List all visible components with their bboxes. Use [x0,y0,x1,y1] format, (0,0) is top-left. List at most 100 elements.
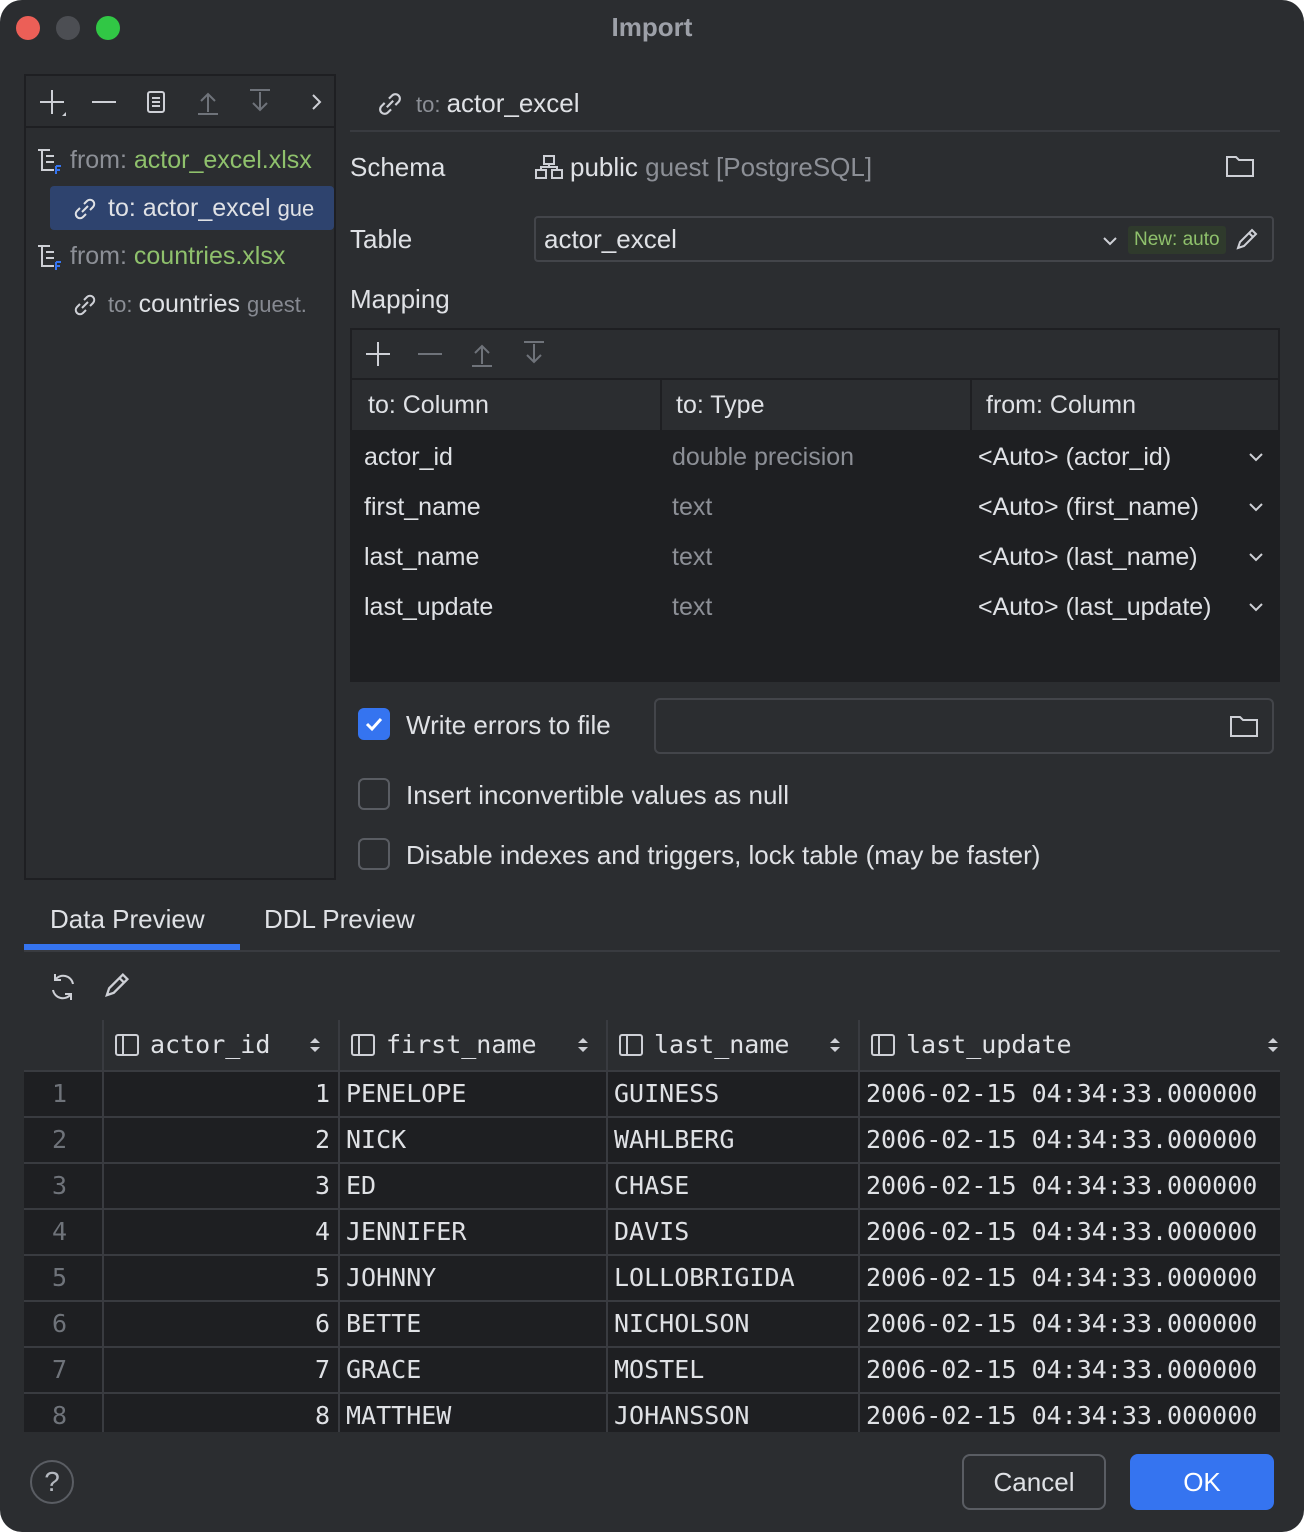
mapping-from[interactable]: <Auto> (last_name) [978,532,1198,582]
cell-last-name[interactable]: CHASE [614,1164,689,1208]
error-file-input[interactable] [654,698,1274,754]
table-row[interactable]: 8 8 MATTHEW JOHANSSON 2006-02-15 04:34:3… [24,1392,1280,1432]
cell-last-update[interactable]: 2006-02-15 04:34:33.000000 [866,1210,1257,1254]
add-icon[interactable] [36,86,68,118]
table-row[interactable]: 4 4 JENNIFER DAVIS 2006-02-15 04:34:33.0… [24,1208,1280,1254]
mapping-from[interactable]: <Auto> (actor_id) [978,432,1171,482]
cell-last-name[interactable]: WAHLBERG [614,1118,734,1162]
cell-first-name[interactable]: NICK [346,1118,406,1162]
insert-null-checkbox[interactable] [358,778,390,810]
write-errors-checkbox[interactable] [358,708,390,740]
chevron-right-icon[interactable] [300,86,332,118]
cell-first-name[interactable]: BETTE [346,1302,421,1346]
cell-first-name[interactable]: JOHNNY [346,1256,436,1300]
cell-last-name[interactable]: JOHANSSON [614,1394,749,1432]
cell-last-name[interactable]: NICHOLSON [614,1302,749,1346]
target-header: to: actor_excel [350,76,1280,132]
disable-indexes-label[interactable]: Disable indexes and triggers, lock table… [406,840,1040,871]
chevron-down-icon[interactable] [1248,552,1264,562]
table-row[interactable]: 1 1 PENELOPE GUINESS 2006-02-15 04:34:33… [24,1070,1280,1116]
mapping-column: last_name [364,532,479,582]
sort-icon[interactable] [576,1036,590,1054]
row-number: 1 [52,1072,67,1116]
copy-icon[interactable] [140,86,172,118]
cell-last-name[interactable]: MOSTEL [614,1348,704,1392]
disable-indexes-checkbox[interactable] [358,838,390,870]
add-icon[interactable] [362,338,394,370]
remove-icon[interactable] [88,86,120,118]
table-combobox[interactable]: actor_excel New: auto [534,216,1274,262]
chevron-down-icon[interactable] [1248,452,1264,462]
tab-ddl-preview[interactable]: DDL Preview [264,904,415,935]
chevron-down-icon[interactable] [1102,236,1118,246]
sort-icon[interactable] [1266,1036,1280,1054]
cell-first-name[interactable]: GRACE [346,1348,421,1392]
cell-last-update[interactable]: 2006-02-15 04:34:33.000000 [866,1348,1257,1392]
window-title: Import [0,12,1304,43]
tree-item-target-actor-excel[interactable]: to: actor_excel gue [50,186,334,230]
cell-first-name[interactable]: JENNIFER [346,1210,466,1254]
cell-last-update[interactable]: 2006-02-15 04:34:33.000000 [866,1118,1257,1162]
cell-actor-id[interactable]: 1 [315,1072,330,1116]
move-up-icon[interactable] [192,86,224,118]
cell-actor-id[interactable]: 2 [315,1118,330,1162]
cell-last-update[interactable]: 2006-02-15 04:34:33.000000 [866,1256,1257,1300]
tree-item-source-actor-excel[interactable]: from: actor_excel.xlsx [26,138,334,182]
table-row[interactable]: 5 5 JOHNNY LOLLOBRIGIDA 2006-02-15 04:34… [24,1254,1280,1300]
mapping-row[interactable]: actor_id double precision <Auto> (actor_… [352,432,1278,482]
folder-icon[interactable] [1228,712,1260,740]
table-row[interactable]: 3 3 ED CHASE 2006-02-15 04:34:33.000000 [24,1162,1280,1208]
cell-first-name[interactable]: PENELOPE [346,1072,466,1116]
chevron-down-icon[interactable] [1248,502,1264,512]
move-down-icon[interactable] [518,338,550,370]
move-down-icon[interactable] [244,86,276,118]
table-row[interactable]: 2 2 NICK WAHLBERG 2006-02-15 04:34:33.00… [24,1116,1280,1162]
tree-item-target-countries[interactable]: to: countries guest. [26,282,334,326]
help-button[interactable]: ? [30,1460,74,1504]
ok-button[interactable]: OK [1130,1454,1274,1510]
cell-actor-id[interactable]: 5 [315,1256,330,1300]
cell-last-update[interactable]: 2006-02-15 04:34:33.000000 [866,1164,1257,1208]
cell-first-name[interactable]: ED [346,1164,376,1208]
refresh-icon[interactable] [46,970,80,1004]
mapping-from[interactable]: <Auto> (first_name) [978,482,1199,532]
schema-name: public [570,152,638,182]
write-errors-label[interactable]: Write errors to file [406,710,611,741]
tab-data-preview[interactable]: Data Preview [50,904,205,935]
mapping-row[interactable]: last_update text <Auto> (last_update) [352,582,1278,632]
mapping-row[interactable]: first_name text <Auto> (first_name) [352,482,1278,532]
tree-item-source-countries[interactable]: from: countries.xlsx [26,234,334,278]
table-row[interactable]: 6 6 BETTE NICHOLSON 2006-02-15 04:34:33.… [24,1300,1280,1346]
cell-last-name[interactable]: DAVIS [614,1210,689,1254]
cell-actor-id[interactable]: 7 [315,1348,330,1392]
cell-actor-id[interactable]: 3 [315,1164,330,1208]
cell-actor-id[interactable]: 6 [315,1302,330,1346]
move-up-icon[interactable] [466,338,498,370]
table-row[interactable]: 7 7 GRACE MOSTEL 2006-02-15 04:34:33.000… [24,1346,1280,1392]
cell-actor-id[interactable]: 4 [315,1210,330,1254]
header-to-column[interactable]: to: Column [352,380,489,430]
cell-last-update[interactable]: 2006-02-15 04:34:33.000000 [866,1072,1257,1116]
cell-actor-id[interactable]: 8 [315,1394,330,1432]
schema-value[interactable]: public guest [PostgreSQL] [570,152,872,183]
remove-icon[interactable] [414,338,446,370]
header-to-type[interactable]: to: Type [660,380,765,430]
chevron-down-icon[interactable] [1248,602,1264,612]
cell-last-name[interactable]: LOLLOBRIGIDA [614,1256,795,1300]
tree-label: actor_excel [143,194,271,222]
folder-icon[interactable] [1224,152,1256,180]
cell-last-update[interactable]: 2006-02-15 04:34:33.000000 [866,1302,1257,1346]
cell-last-update[interactable]: 2006-02-15 04:34:33.000000 [866,1394,1257,1432]
cell-last-name[interactable]: GUINESS [614,1072,719,1116]
cancel-button[interactable]: Cancel [962,1454,1106,1510]
column-icon [870,1033,896,1057]
mapping-from[interactable]: <Auto> (last_update) [978,582,1212,632]
cell-first-name[interactable]: MATTHEW [346,1394,451,1432]
header-from-column[interactable]: from: Column [970,380,1136,430]
sort-icon[interactable] [828,1036,842,1054]
sort-icon[interactable] [308,1036,322,1054]
insert-null-label[interactable]: Insert inconvertible values as null [406,780,789,811]
edit-icon[interactable] [100,970,132,1002]
edit-icon[interactable] [1232,226,1260,254]
mapping-row[interactable]: last_name text <Auto> (last_name) [352,532,1278,582]
